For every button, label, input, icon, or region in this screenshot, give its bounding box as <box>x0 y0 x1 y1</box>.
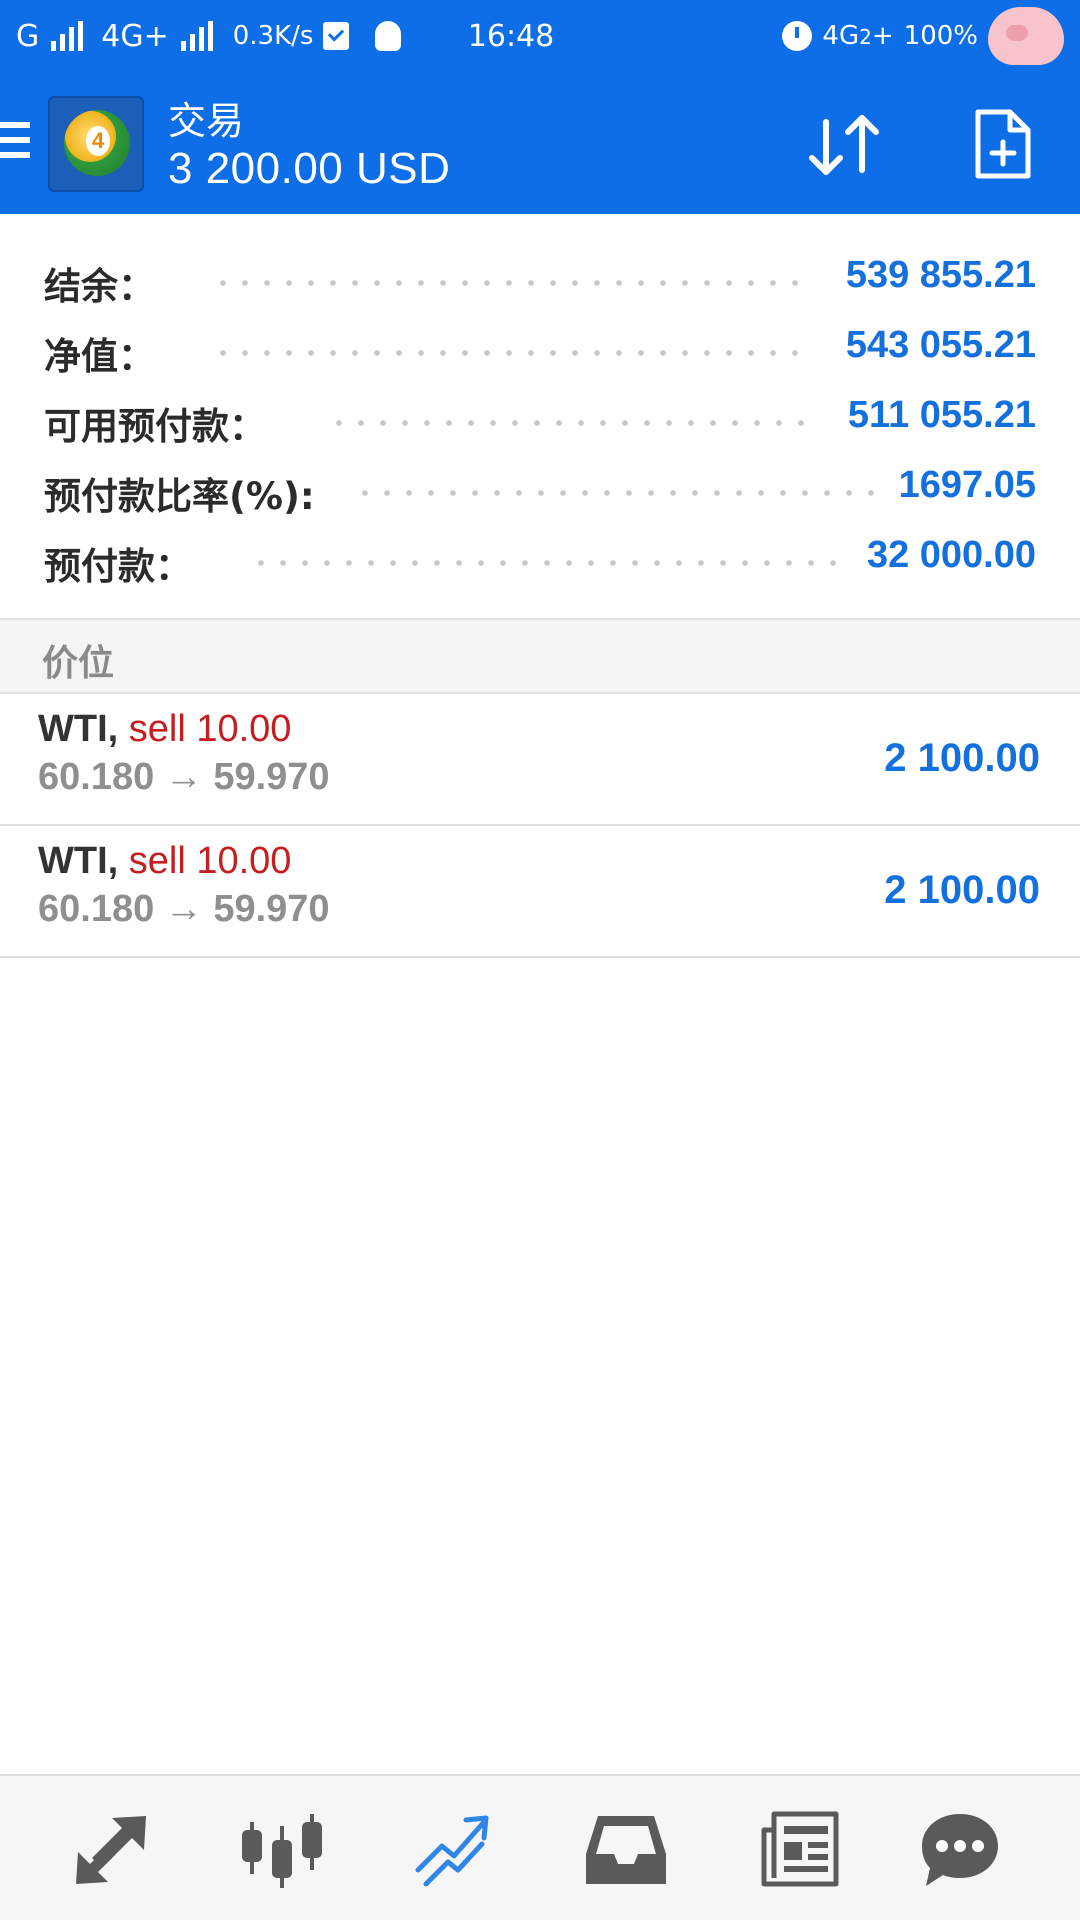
status-bar: G 4G+ 0.3K/s 16:48 4G2+ 100% <box>0 0 1080 72</box>
bottom-navigation <box>0 1774 1080 1920</box>
position-type: sell 10.00 <box>128 708 292 750</box>
candlestick-chart-icon <box>242 1814 322 1888</box>
summary-row-margin: 预付款： 32 000.00 <box>0 526 1080 596</box>
signal-icon-2 <box>180 21 213 51</box>
app-bar: 4 交易 3 200.00 USD <box>0 72 1080 214</box>
position-symbol: WTI, <box>38 708 119 750</box>
dotted-leader <box>328 420 818 426</box>
position-prices: 60.180 → 59.970 <box>38 888 330 930</box>
page-title: 交易 <box>168 99 245 143</box>
dotted-leader <box>212 350 802 356</box>
position-header: WTI, sell 10.00 <box>38 840 291 883</box>
dotted-leader <box>250 560 836 566</box>
dotted-leader <box>212 280 802 286</box>
summary-row-margin-level: 预付款比率(%): 1697.05 <box>0 456 1080 526</box>
new-document-icon <box>975 109 1031 179</box>
dotted-leader <box>354 490 874 496</box>
network-label-1: G <box>16 18 40 54</box>
status-time: 16:48 <box>467 18 555 54</box>
position-profit: 2 100.00 <box>884 868 1040 912</box>
nav-news[interactable] <box>756 1808 840 1892</box>
summary-row-free-margin: 可用预付款： 511 055.21 <box>0 386 1080 456</box>
account-balance: 3 200.00 USD <box>168 144 451 193</box>
checkbox-notification-icon <box>323 22 350 50</box>
alarm-icon <box>782 21 813 51</box>
menu-icon[interactable] <box>0 122 30 166</box>
nav-chat[interactable] <box>918 1808 1002 1892</box>
news-icon <box>761 1811 839 1887</box>
positions-section-header: 价位 <box>0 618 1080 694</box>
sort-arrows-icon <box>809 115 879 175</box>
position-symbol: WTI, <box>38 840 119 882</box>
account-summary: 结余： 539 855.21 净值： 543 055.21 可用预付款： 511… <box>0 214 1080 618</box>
sort-button[interactable] <box>806 108 886 184</box>
network-speed: 0.3K/s <box>232 21 314 51</box>
summary-label: 预付款比率(%): <box>44 475 315 518</box>
metatrader-logo-icon: 4 <box>48 96 144 192</box>
summary-value: 1697.05 <box>898 464 1036 506</box>
new-order-button[interactable] <box>972 108 1034 180</box>
summary-label: 预付款： <box>44 545 192 588</box>
chat-icon <box>922 1814 998 1886</box>
trade-trend-icon <box>415 1815 489 1887</box>
nav-history[interactable] <box>584 1808 668 1892</box>
quotes-arrows-icon <box>76 1816 146 1884</box>
summary-row-balance: 结余： 539 855.21 <box>0 246 1080 316</box>
nav-chart[interactable] <box>240 1808 324 1892</box>
nav-quotes[interactable] <box>68 1808 152 1892</box>
battery-level: 100% <box>903 21 978 51</box>
summary-value: 543 055.21 <box>845 324 1036 366</box>
summary-value: 32 000.00 <box>866 534 1036 576</box>
summary-value: 539 855.21 <box>845 254 1036 296</box>
summary-label: 结余： <box>44 265 155 308</box>
position-header: WTI, sell 10.00 <box>38 708 291 751</box>
network-label-2: 4G+ <box>101 18 169 54</box>
position-profit: 2 100.00 <box>884 736 1040 780</box>
qq-notification-icon <box>375 21 402 51</box>
network-label-right: 4G2+ <box>822 21 894 51</box>
history-inbox-icon <box>586 1816 666 1884</box>
summary-row-equity: 净值： 543 055.21 <box>0 316 1080 386</box>
nav-trade[interactable] <box>412 1808 496 1892</box>
summary-label: 净值： <box>44 335 155 378</box>
summary-value: 511 055.21 <box>847 394 1036 436</box>
position-row[interactable]: WTI, sell 10.00 60.180 → 59.970 2 100.00 <box>0 694 1080 826</box>
position-prices: 60.180 → 59.970 <box>38 756 330 798</box>
position-row[interactable]: WTI, sell 10.00 60.180 → 59.970 2 100.00 <box>0 826 1080 958</box>
summary-label: 可用预付款： <box>44 405 266 448</box>
pig-avatar-icon <box>988 7 1064 65</box>
position-type: sell 10.00 <box>128 840 292 882</box>
signal-icon <box>51 21 84 51</box>
section-title: 价位 <box>42 643 115 684</box>
